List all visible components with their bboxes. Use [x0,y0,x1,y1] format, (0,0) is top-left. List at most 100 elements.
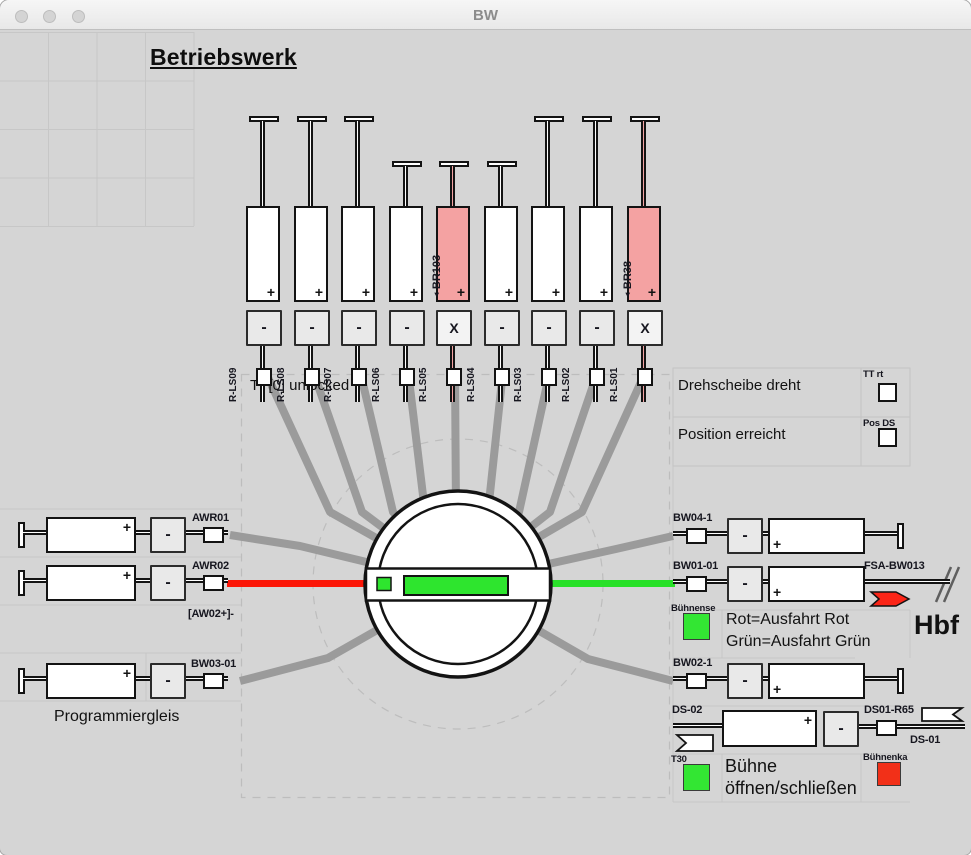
track-break-icon [936,567,959,602]
track-section[interactable]: + [579,206,613,302]
track-release-button[interactable]: - [341,310,377,346]
track-id-label: AWR01 [192,512,229,524]
track-release-button[interactable]: - [389,310,425,346]
stage-toggle-button[interactable] [683,764,710,791]
track-release-button[interactable]: - [823,711,859,747]
track-cancel-button[interactable]: X [436,310,472,346]
polarity-plus: + [362,285,370,299]
track-release-button[interactable]: - [727,663,763,699]
pos-ds-indicator[interactable] [878,428,897,447]
feedback-sensor [256,368,272,386]
track-section[interactable]: + [768,518,865,554]
track-release-button[interactable]: - [150,565,186,601]
stub-track: + - R-LS09 [246,116,284,408]
track-id-label: DS-01 [910,734,940,746]
track-release-button[interactable]: - [150,517,186,553]
train-label: ◄BR38 [622,261,634,299]
polarity-plus: + [773,682,781,696]
stage-state-indicator[interactable] [877,762,901,786]
track-release-button[interactable]: - [727,566,763,602]
legend-line2: Grün=Ausfahrt Grün [726,633,871,651]
feedback-sensor [399,368,415,386]
track-line [865,531,897,536]
track-line [23,578,46,583]
polarity-plus: + [552,285,560,299]
legend-line1: Rot=Ausfahrt Rot [726,611,849,629]
track-line [673,723,722,728]
track-stem [450,166,455,207]
track-stem [403,166,408,207]
track-id-label: R-LS08 [276,368,287,402]
feedback-sensor [446,368,462,386]
buffer-stop [897,668,904,694]
polarity-plus: + [648,285,656,299]
programming-track-caption: Programmiergleis [54,708,179,726]
track-section[interactable]: + [46,517,136,553]
buffer-stop [18,668,25,694]
track-section[interactable]: + [768,663,865,699]
stub-track-occupied: + ◄BR103 X R-LS05 [436,116,474,408]
track-section[interactable]: + [46,663,136,699]
track-stem [641,121,646,207]
polarity-plus: + [773,585,781,599]
polarity-plus: + [410,285,418,299]
track-line [23,676,46,681]
track-release-button[interactable]: - [294,310,330,346]
route-note: [AW02+]- [188,608,234,620]
track-id-label: BW04-1 [673,512,712,524]
stage-caption-line2: öffnen/schließen [725,778,857,799]
bridge-sensor-indicator [377,578,391,591]
stub-track: + - R-LS06 [389,116,427,408]
track-release-button[interactable]: - [246,310,282,346]
stub-track: + - R-LS03 [531,116,569,408]
track-section[interactable]: + [768,566,865,602]
track-diagram: Betriebswerk TT[0] unlocked + - R-LS09 +… [0,30,971,855]
track-section[interactable]: + [294,206,328,302]
connector-flag-ds01[interactable] [922,708,962,721]
stub-track: + - R-LS08 [294,116,332,408]
indicator-tag: TT rt [863,369,883,380]
track-line [23,530,46,535]
track-cancel-button[interactable]: X [627,310,663,346]
track-line [136,676,150,681]
track-section[interactable]: + [389,206,423,302]
track-section[interactable]: + [722,710,817,747]
track-id-label: R-LS01 [609,368,620,402]
track-section[interactable]: + [484,206,518,302]
tt-rt-indicator[interactable] [878,383,897,402]
polarity-plus: + [315,285,323,299]
track-id-label: DS01-R65 [864,704,914,716]
track-section[interactable]: + [341,206,375,302]
exit-signal-red-arrow[interactable] [871,592,909,606]
connector-flag-ds02[interactable] [677,735,713,751]
track-release-button[interactable]: - [727,518,763,554]
track-section[interactable]: + [46,565,136,601]
feedback-sensor [351,368,367,386]
track-id-label: DS-02 [672,704,702,716]
turntable [365,491,551,677]
track-release-button[interactable]: - [484,310,520,346]
track-stem [545,121,550,207]
track-release-button[interactable]: - [150,663,186,699]
feedback-sensor [203,527,224,543]
feedback-sensor [494,368,510,386]
track-stem [355,121,360,207]
direction-arrow-icon: ◄ [432,291,441,299]
track-id-label: R-LS03 [513,368,524,402]
track-stem [260,121,265,207]
polarity-plus: + [457,285,465,299]
stage-sensor-indicator[interactable] [683,613,710,640]
feedback-sensor [203,575,224,591]
polarity-plus: + [600,285,608,299]
exit-signal-label: FSA-BW013 [864,560,925,572]
polarity-plus: + [123,568,131,582]
track-release-button[interactable]: - [531,310,567,346]
track-section[interactable]: + [246,206,280,302]
track-id-label: R-LS02 [561,368,572,402]
track-line [865,676,897,681]
track-release-button[interactable]: - [579,310,615,346]
track-stem [593,121,598,207]
feedback-sensor [637,368,653,386]
track-section[interactable]: + [531,206,565,302]
stub-track-occupied: + ◄BR38 X R-LS01 [627,116,665,408]
